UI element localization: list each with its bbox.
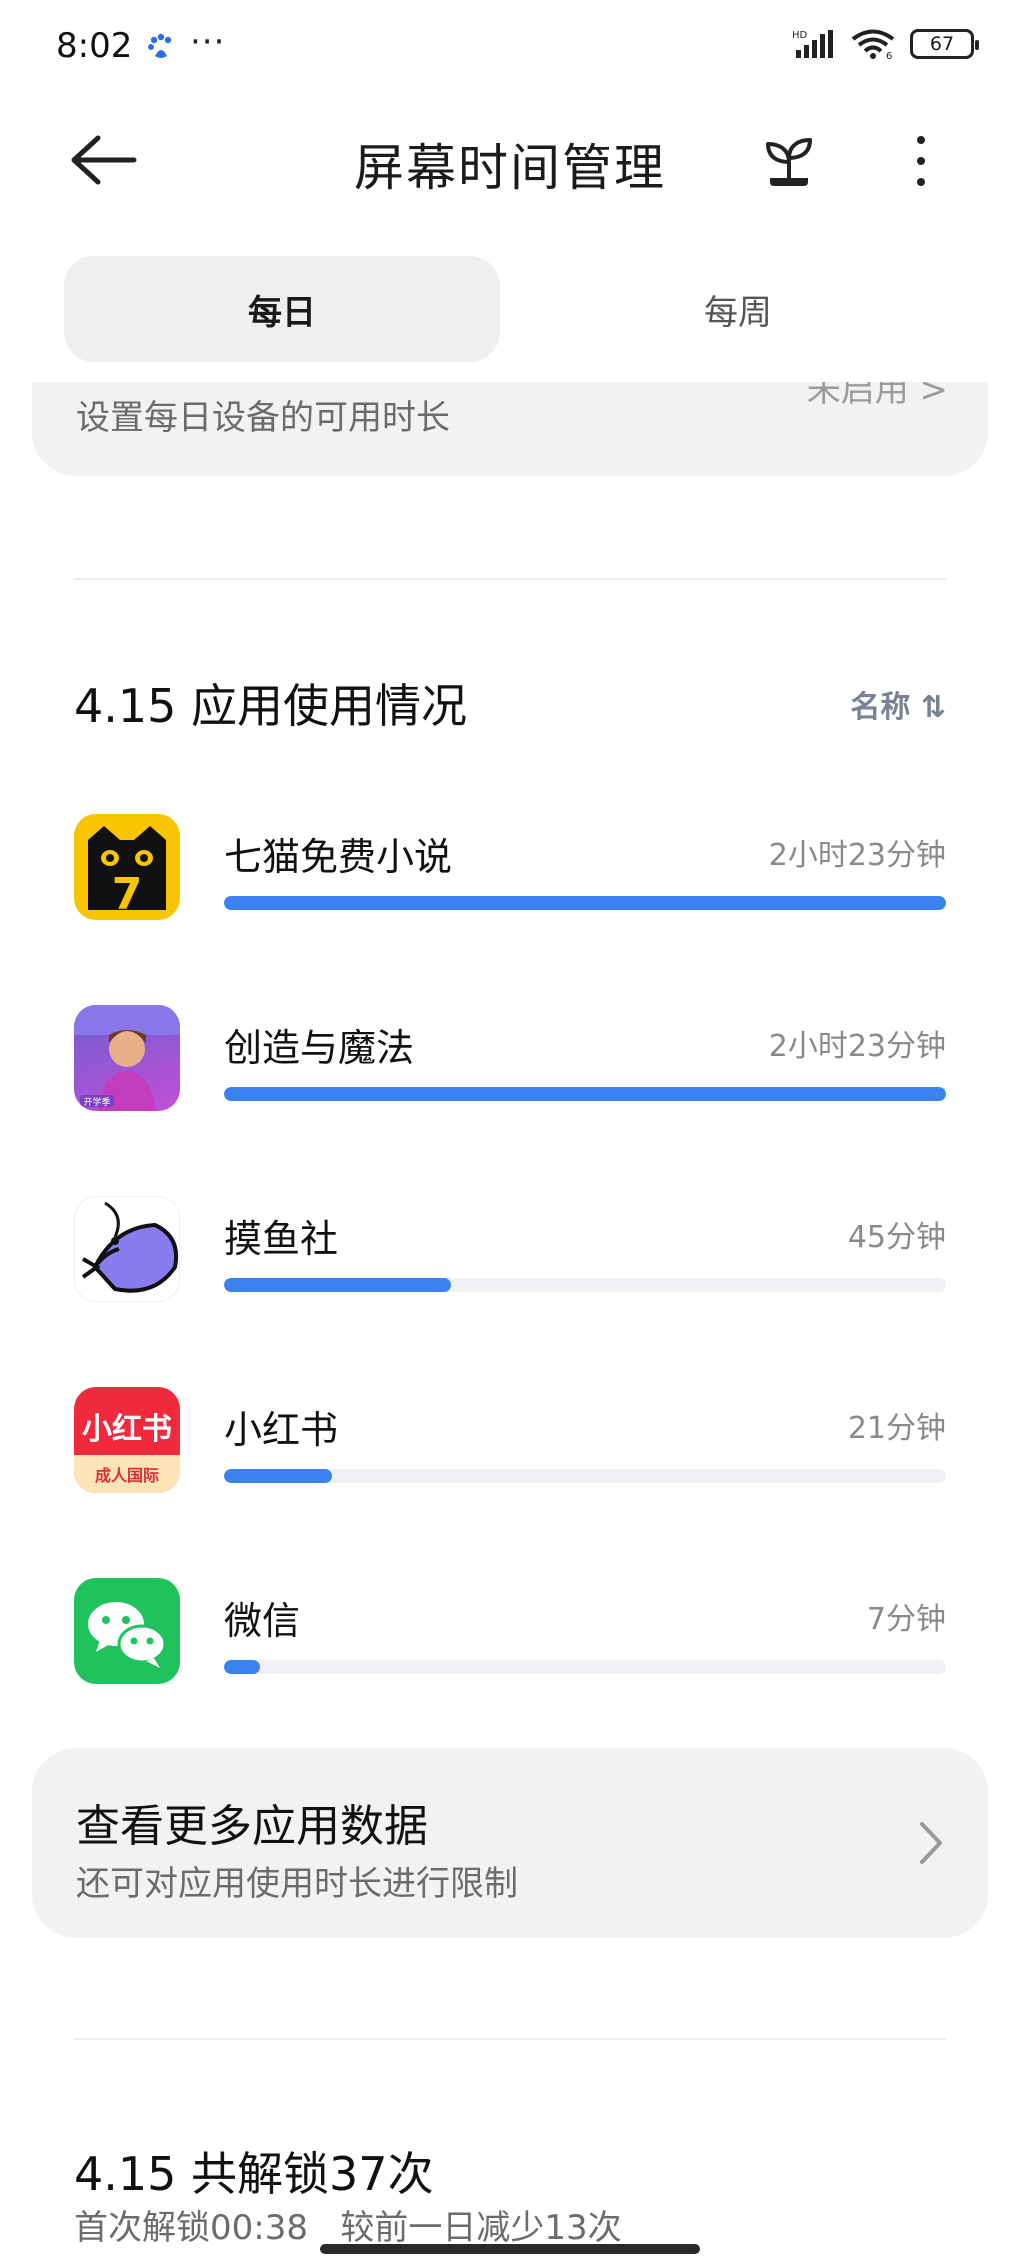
wifi-icon: 6	[851, 29, 895, 60]
usage-bar-track	[224, 1660, 946, 1674]
usage-bar-fill	[224, 1278, 452, 1292]
baidu-paw-icon	[148, 33, 172, 58]
usage-bar-fill	[224, 1469, 333, 1483]
more-app-data-card[interactable]: 查看更多应用数据 还可对应用使用时长进行限制	[32, 1748, 988, 1938]
usage-bar-track	[224, 1087, 946, 1101]
wechat-app-icon	[74, 1578, 180, 1684]
page-title: 屏幕时间管理	[354, 139, 666, 197]
svg-text:6: 6	[886, 51, 892, 60]
divider	[74, 578, 946, 580]
app-usage-time: 45分钟	[847, 1220, 946, 1255]
usage-header: 4.15 应用使用情况 名称 ⇅	[74, 666, 946, 736]
status-indicators: HD 6 67	[792, 28, 979, 60]
app-row[interactable]: 小红书 成人国际 小红书 21分钟	[74, 1387, 946, 1497]
xiaohongshu-app-icon: 小红书 成人国际	[74, 1387, 180, 1493]
more-card-title: 查看更多应用数据	[76, 1801, 428, 1852]
usage-bar-fill	[224, 896, 946, 910]
tab-weekly[interactable]: 每周	[520, 256, 956, 362]
svg-text:小红书: 小红书	[82, 1412, 172, 1447]
divider	[74, 2038, 946, 2040]
battery-icon: 67	[910, 29, 979, 59]
svg-text:7: 7	[112, 869, 143, 920]
app-name: 小红书	[224, 1408, 339, 1452]
usage-title: 4.15 应用使用情况	[74, 679, 468, 733]
chevron-right-icon	[920, 1822, 942, 1864]
usage-bar-fill	[224, 1660, 261, 1674]
signal-icon: HD	[792, 30, 833, 58]
usage-bar-fill	[224, 1087, 946, 1101]
more-menu-icon[interactable]	[906, 132, 936, 190]
usage-bar-track	[224, 1278, 946, 1292]
unlock-title: 4.15 共解锁37次	[74, 2147, 434, 2201]
daily-limit-card[interactable]: 未启用 > 设置每日设备的可用时长	[32, 382, 988, 476]
qimao-app-icon: 7	[74, 814, 180, 920]
app-usage-time: 2小时23分钟	[768, 1029, 946, 1064]
more-card-subtitle: 还可对应用使用时长进行限制	[76, 1864, 518, 1904]
svg-text:成人国际: 成人国际	[95, 1466, 159, 1485]
svg-text:开学季: 开学季	[83, 1096, 110, 1108]
unlock-subtitle: 首次解锁00:38 较前一日减少13次	[74, 2208, 622, 2248]
status-time: 8:02	[56, 26, 133, 66]
period-tabs: 每日 每周	[64, 256, 956, 362]
sort-button[interactable]: 名称 ⇅	[850, 682, 946, 726]
status-bar: 8:02 ··· HD 6 67	[0, 0, 1020, 100]
limit-status: 未启用 >	[806, 382, 948, 410]
limit-subtitle: 设置每日设备的可用时长	[76, 398, 450, 438]
app-usage-time: 2小时23分钟	[768, 838, 946, 873]
app-bar: 屏幕时间管理	[0, 110, 1020, 210]
moyushe-app-icon	[74, 1196, 180, 1302]
app-row[interactable]: 开学季 创造与魔法 2小时23分钟	[74, 1005, 946, 1115]
usage-bar-track	[224, 896, 946, 910]
app-name: 微信	[224, 1599, 301, 1643]
app-usage-time: 21分钟	[847, 1411, 946, 1446]
app-name: 七猫免费小说	[224, 835, 453, 879]
svg-text:HD: HD	[792, 30, 808, 41]
app-name: 创造与魔法	[224, 1026, 415, 1070]
app-row[interactable]: 摸鱼社 45分钟	[74, 1196, 946, 1306]
notification-more-icon: ···	[190, 22, 226, 62]
app-row[interactable]: 微信 7分钟	[74, 1578, 946, 1688]
app-usage-time: 7分钟	[866, 1602, 946, 1637]
tab-daily[interactable]: 每日	[64, 256, 500, 362]
app-name: 摸鱼社	[224, 1217, 339, 1261]
sprout-icon[interactable]	[760, 132, 818, 190]
app-row[interactable]: 7 七猫免费小说 2小时23分钟	[74, 814, 946, 924]
usage-bar-track	[224, 1469, 946, 1483]
chuangzao-app-icon: 开学季	[74, 1005, 180, 1111]
home-indicator[interactable]	[320, 2244, 700, 2254]
